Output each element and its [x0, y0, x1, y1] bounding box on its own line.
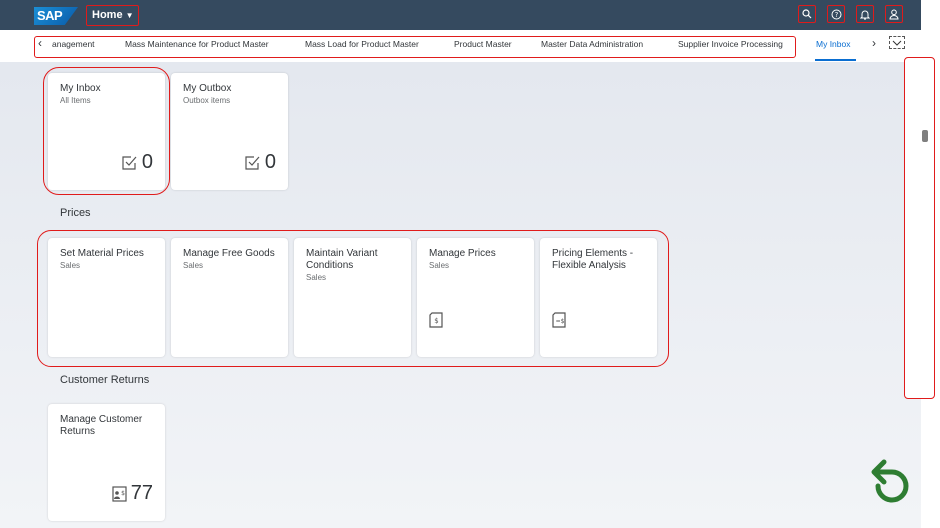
- svg-text:$: $: [121, 490, 125, 497]
- caret-down-icon: ▼: [125, 11, 134, 20]
- tab-my-inbox[interactable]: My Inbox: [816, 39, 851, 49]
- returns-document-icon: $: [112, 485, 127, 502]
- undo-icon[interactable]: [862, 450, 914, 517]
- help-icon: ?: [831, 9, 841, 19]
- svg-text:?: ?: [834, 11, 838, 19]
- tile-count: $ 77: [112, 482, 153, 505]
- search-button[interactable]: [798, 5, 816, 23]
- active-tab-indicator: [815, 59, 856, 61]
- shell-bar: SAP Home ▼ ?: [0, 0, 921, 30]
- tile-title: Manage Customer Returns: [60, 414, 143, 437]
- home-menu-button[interactable]: Home ▼: [86, 5, 140, 26]
- tile-manage-customer-returns[interactable]: Manage Customer Returns $ 77: [48, 404, 165, 521]
- search-icon: [802, 9, 812, 19]
- chevron-left-icon[interactable]: ‹: [38, 36, 42, 50]
- overflow-button[interactable]: [889, 36, 905, 49]
- user-button[interactable]: [885, 5, 903, 23]
- user-icon: [889, 9, 899, 19]
- count-value: 0: [264, 151, 276, 173]
- task-check-icon: [245, 155, 260, 170]
- chevron-down-icon: [892, 40, 902, 46]
- tab-product-master[interactable]: Product Master: [454, 39, 512, 49]
- tab-supplier-invoice[interactable]: Supplier Invoice Processing: [678, 39, 783, 49]
- tab-management[interactable]: anagement: [52, 39, 95, 49]
- tile-my-outbox[interactable]: My Outbox Outbox items 0: [171, 73, 288, 190]
- home-label: Home: [92, 9, 123, 21]
- scrollbar-thumb[interactable]: [922, 130, 928, 142]
- tile-subtitle: Outbox items: [183, 96, 231, 105]
- tab-mass-load[interactable]: Mass Load for Product Master: [305, 39, 419, 49]
- sap-logo[interactable]: SAP: [34, 7, 78, 25]
- group-title-customer-returns: Customer Returns: [60, 374, 150, 386]
- bell-icon: [860, 10, 870, 20]
- tab-master-data-admin[interactable]: Master Data Administration: [541, 39, 643, 49]
- chevron-right-icon[interactable]: ›: [872, 36, 876, 50]
- launchpad-content: My Inbox All Items 0 My Outbox Outbox it…: [0, 62, 921, 528]
- help-button[interactable]: ?: [827, 5, 845, 23]
- tab-mass-maintenance[interactable]: Mass Maintenance for Product Master: [125, 39, 269, 49]
- scrollbar-panel[interactable]: [904, 57, 935, 399]
- highlight-my-inbox: [43, 67, 170, 195]
- notifications-button[interactable]: [856, 5, 874, 23]
- highlight-prices-group: [37, 230, 669, 367]
- count-value: 77: [130, 482, 153, 504]
- tile-count: 0: [245, 151, 276, 174]
- group-title-prices: Prices: [60, 207, 91, 219]
- tab-bar: ‹ anagement Mass Maintenance for Product…: [0, 30, 921, 63]
- tile-title: My Outbox: [183, 83, 232, 94]
